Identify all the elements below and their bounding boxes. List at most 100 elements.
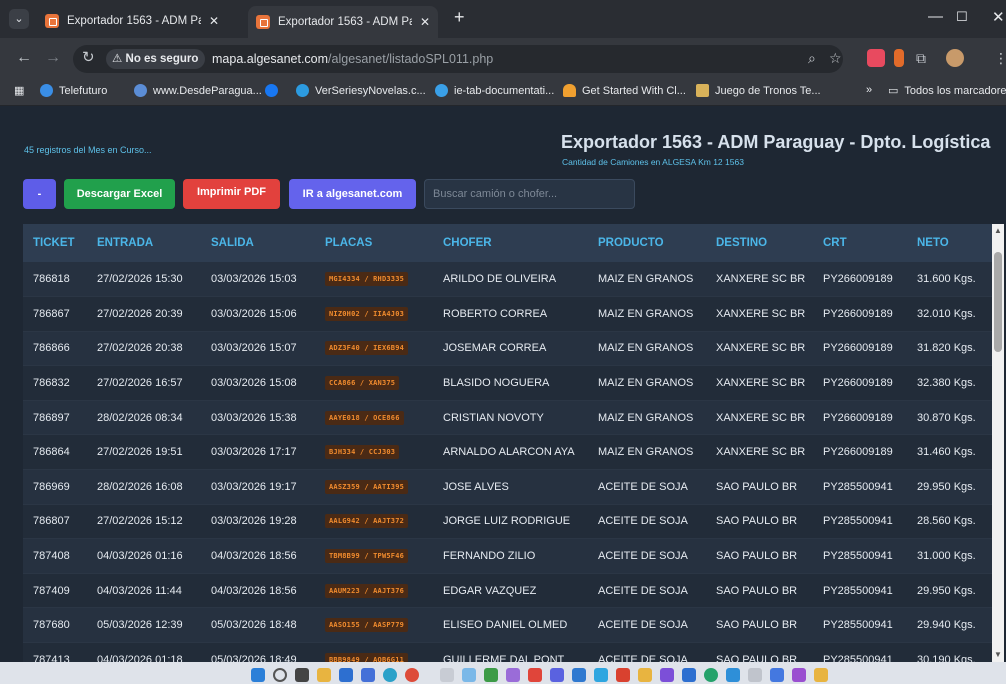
table-row[interactable]: 787680 05/03/2026 12:39 05/03/2026 18:48 AA… <box>23 607 993 643</box>
browser-tab-2[interactable]: Exportador 1563 - ADM Paragu ✕ <box>248 6 438 38</box>
go-algesanet-button[interactable]: IR a algesanet.com <box>289 179 416 209</box>
dash-button[interactable]: - <box>23 179 56 209</box>
bookmark-desdeparaguay[interactable]: www.DesdeParagua... <box>134 84 262 97</box>
bookmark-juego-de-tronos[interactable]: Juego de Tronos Te... <box>696 84 821 97</box>
entrada-cell: 04/03/2026 01:18 <box>97 653 183 662</box>
app-icon[interactable] <box>440 668 454 682</box>
column-header-crt[interactable]: CRT <box>813 224 907 262</box>
entrada-cell: 28/02/2026 16:08 <box>97 480 183 493</box>
trucks-table: TICKET ENTRADA SALIDA PLACAS CHOFER PRODUCTO D… <box>23 224 993 662</box>
chrome-icon[interactable] <box>405 668 419 682</box>
bookmark-get-started[interactable]: Get Started With Cl... <box>563 84 686 97</box>
file-explorer-icon[interactable] <box>317 668 331 682</box>
forward-icon[interactable]: → <box>45 49 61 67</box>
crt-cell: PY285500941 <box>823 480 893 493</box>
reload-icon[interactable]: ↻ <box>82 48 95 66</box>
download-excel-button[interactable]: Descargar Excel <box>64 179 175 209</box>
whatsapp-icon[interactable] <box>704 668 718 682</box>
table-row[interactable]: 787409 04/03/2026 11:44 04/03/2026 18:56 AA… <box>23 573 993 608</box>
neto-cell: 32.380 Kgs. <box>917 377 976 390</box>
start-icon[interactable] <box>251 668 265 682</box>
table-row[interactable]: 786897 28/02/2026 08:34 03/03/2026 15:38 AA… <box>23 400 993 435</box>
app-icon[interactable] <box>792 668 806 682</box>
bookmark-facebook[interactable] <box>265 84 284 97</box>
security-chip[interactable]: ⚠ No es seguro <box>106 49 206 69</box>
table-row[interactable]: 786867 27/02/2026 20:39 03/03/2026 15:06 NI… <box>23 296 993 332</box>
app-icon[interactable] <box>361 668 375 682</box>
column-header-entrada[interactable]: ENTRADA <box>87 224 201 262</box>
bookmark-star-icon[interactable]: ☆ <box>829 50 842 67</box>
app-icon[interactable] <box>660 668 674 682</box>
task-view-icon[interactable] <box>295 668 309 682</box>
minimize-icon[interactable]: — <box>928 8 943 25</box>
column-header-placas[interactable]: PLACAS <box>315 224 433 262</box>
app-icon[interactable] <box>814 668 828 682</box>
column-header-ticket[interactable]: TICKET <box>23 224 87 262</box>
edge-icon[interactable] <box>383 668 397 682</box>
app-icon[interactable] <box>770 668 784 682</box>
app-icon[interactable] <box>484 668 498 682</box>
new-tab-icon[interactable]: + <box>454 7 465 28</box>
table-row[interactable]: 787408 04/03/2026 01:16 04/03/2026 18:56 TB… <box>23 538 993 574</box>
close-tab-icon[interactable]: ✕ <box>209 14 219 28</box>
app-icon[interactable] <box>638 668 652 682</box>
all-bookmarks-folder[interactable]: ▭ Todos los marcadores <box>888 84 1006 98</box>
app-icon[interactable] <box>506 668 520 682</box>
tab-search-chevron-icon[interactable]: ⌄ <box>9 9 29 29</box>
app-icon[interactable] <box>550 668 564 682</box>
app-icon[interactable] <box>528 668 542 682</box>
table-row[interactable]: 787413 04/03/2026 01:18 05/03/2026 18:49 BB… <box>23 642 993 662</box>
page-scrollbar[interactable]: ▲ ▼ <box>992 224 1004 662</box>
bookmark-telefuturo[interactable]: Telefuturo <box>40 84 107 97</box>
scroll-down-icon[interactable]: ▼ <box>993 650 1003 660</box>
table-row[interactable]: 786969 28/02/2026 16:08 03/03/2026 19:17 AA… <box>23 469 993 505</box>
zoom-icon[interactable]: ⌕ <box>808 50 816 67</box>
app-icon[interactable] <box>339 668 353 682</box>
browser-tab-1[interactable]: Exportador 1563 - ADM Paragu ✕ <box>37 7 227 35</box>
close-tab-icon[interactable]: ✕ <box>420 15 430 29</box>
table-row[interactable]: 786832 27/02/2026 16:57 03/03/2026 15:08 CC… <box>23 365 993 401</box>
neto-cell: 31.000 Kgs. <box>917 550 976 563</box>
bookmark-ie-tab[interactable]: ie-tab-documentati... <box>435 84 554 97</box>
url-text[interactable]: mapa.algesanet.com/algesanet/listadoSPL0… <box>212 52 493 66</box>
print-pdf-button[interactable]: Imprimir PDF <box>183 179 280 209</box>
maximize-icon[interactable]: ☐ <box>956 9 968 25</box>
column-header-producto[interactable]: PRODUCTO <box>588 224 706 262</box>
apps-grid-icon[interactable]: ▦ <box>14 84 24 97</box>
entrada-cell: 27/02/2026 20:39 <box>97 307 183 320</box>
app-icon[interactable] <box>682 668 696 682</box>
app-icon[interactable] <box>616 668 630 682</box>
scroll-up-icon[interactable]: ▲ <box>993 226 1003 236</box>
app-icon[interactable] <box>726 668 740 682</box>
scrollbar-thumb[interactable] <box>994 252 1002 352</box>
more-bookmarks-icon[interactable]: » <box>866 84 872 96</box>
app-icon[interactable] <box>594 668 608 682</box>
crt-cell: PY266009189 <box>823 342 893 355</box>
extensions-puzzle-icon[interactable]: ⧉ <box>916 50 926 67</box>
app-icon[interactable] <box>462 668 476 682</box>
table-row[interactable]: 786807 27/02/2026 15:12 03/03/2026 19:28 AA… <box>23 504 993 539</box>
app-icon[interactable] <box>748 668 762 682</box>
column-header-chofer[interactable]: CHOFER <box>433 224 588 262</box>
column-header-neto[interactable]: NETO <box>907 224 993 262</box>
table-row[interactable]: 786818 27/02/2026 15:30 03/03/2026 15:03 MG… <box>23 262 993 297</box>
search-input[interactable] <box>424 179 635 209</box>
close-window-icon[interactable]: ✕ <box>992 8 1005 26</box>
table-row[interactable]: 786864 27/02/2026 19:51 03/03/2026 17:17 BJ… <box>23 434 993 470</box>
entrada-cell: 27/02/2026 15:30 <box>97 273 183 286</box>
destino-cell: SAO PAULO BR <box>716 653 798 662</box>
browser-menu-icon[interactable]: ⋮ <box>994 50 1006 67</box>
crt-cell: PY285500941 <box>823 515 893 528</box>
table-row[interactable]: 786866 27/02/2026 20:38 03/03/2026 15:07 AD… <box>23 331 993 366</box>
bookmark-verseries[interactable]: VerSeriesyNovelas.c... <box>296 84 426 97</box>
profile-avatar[interactable] <box>946 49 964 67</box>
back-icon[interactable]: ← <box>16 49 32 67</box>
placas-cell: MGI4334 / RHD3335 <box>315 262 433 297</box>
extension-icon[interactable] <box>894 49 904 67</box>
app-icon[interactable] <box>572 668 586 682</box>
column-header-salida[interactable]: SALIDA <box>201 224 315 262</box>
extension-icon[interactable] <box>867 49 885 67</box>
search-icon[interactable] <box>273 668 287 682</box>
column-header-destino[interactable]: DESTINO <box>706 224 813 262</box>
tab-strip: ⌄ Exportador 1563 - ADM Paragu ✕ Exporta… <box>0 0 1006 38</box>
